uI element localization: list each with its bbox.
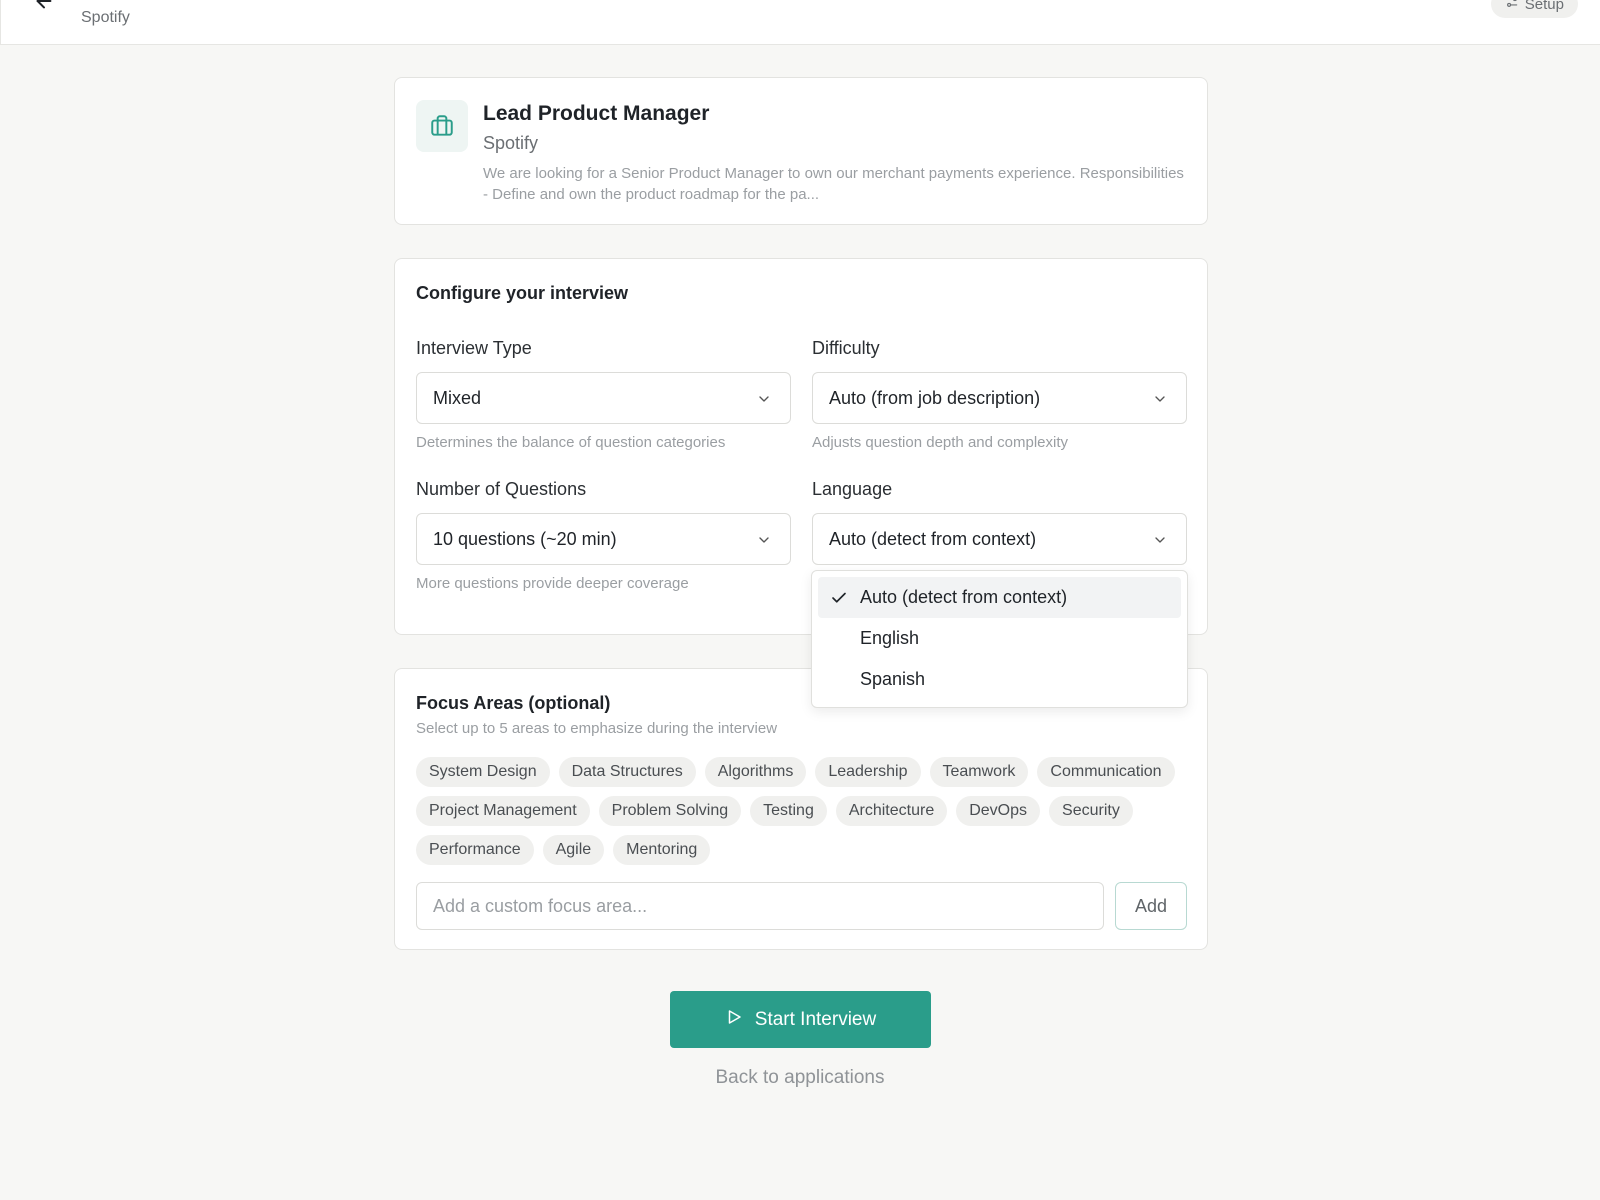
job-description: We are looking for a Senior Product Mana… — [483, 165, 1184, 203]
interview-type-label: Interview Type — [416, 338, 532, 358]
focus-chip[interactable]: Agile — [542, 835, 605, 865]
top-bar: Spotify Setup — [0, 0, 1600, 45]
num-questions-value: 10 questions (~20 min) — [433, 528, 617, 549]
language-dropdown-menu: Auto (detect from context) English Spani… — [811, 570, 1188, 708]
setup-label: Setup — [1524, 0, 1564, 13]
language-option[interactable]: Auto (detect from context) — [818, 577, 1181, 618]
custom-focus-input[interactable] — [416, 882, 1104, 930]
focus-areas-subtitle: Select up to 5 areas to emphasize during… — [416, 720, 778, 737]
difficulty-value: Auto (from job description) — [829, 387, 1041, 408]
chevron-down-icon — [1152, 532, 1168, 548]
focus-chip[interactable]: Security — [1049, 796, 1133, 826]
configure-title: Configure your interview — [416, 283, 629, 303]
focus-chip[interactable]: Teamwork — [929, 757, 1029, 787]
language-value: Auto (detect from context) — [829, 528, 1037, 549]
interview-type-select[interactable]: Mixed — [416, 372, 791, 424]
num-questions-label: Number of Questions — [416, 479, 587, 499]
check-icon — [830, 589, 848, 607]
focus-areas-card: Focus Areas (optional) Select up to 5 ar… — [394, 668, 1208, 950]
topbar-company: Spotify — [81, 9, 130, 26]
chevron-down-icon — [756, 532, 772, 548]
focus-chip[interactable]: Algorithms — [704, 757, 807, 787]
setup-button[interactable]: Setup — [1490, 0, 1578, 18]
language-select[interactable]: Auto (detect from context) — [812, 513, 1187, 565]
job-card: Lead Product Manager Spotify We are look… — [394, 77, 1208, 225]
focus-chip[interactable]: Performance — [416, 835, 534, 865]
focus-chip[interactable]: Leadership — [815, 757, 921, 787]
language-label: Language — [812, 479, 893, 499]
num-questions-hint: More questions provide deeper coverage — [416, 575, 689, 592]
language-option[interactable]: Spanish — [818, 659, 1181, 700]
settings-sliders-icon — [1505, 0, 1519, 13]
briefcase-icon — [416, 100, 468, 152]
difficulty-hint: Adjusts question depth and complexity — [812, 434, 1068, 451]
add-focus-button[interactable]: Add — [1115, 882, 1187, 930]
language-option-label: English — [860, 628, 920, 648]
focus-chip[interactable]: DevOps — [956, 796, 1041, 826]
focus-chip[interactable]: Mentoring — [613, 835, 711, 865]
difficulty-select[interactable]: Auto (from job description) — [812, 372, 1187, 424]
start-interview-button[interactable]: Start Interview — [670, 991, 931, 1048]
start-interview-label: Start Interview — [754, 1008, 877, 1030]
num-questions-select[interactable]: 10 questions (~20 min) — [416, 513, 791, 565]
difficulty-label: Difficulty — [812, 338, 880, 358]
job-company: Spotify — [483, 133, 539, 153]
back-to-applications-link[interactable]: Back to applications — [0, 1067, 1600, 1089]
focus-areas-title: Focus Areas (optional) — [416, 693, 611, 713]
focus-chip[interactable]: Project Management — [416, 796, 590, 826]
play-icon — [725, 1008, 743, 1032]
focus-chip[interactable]: System Design — [416, 757, 550, 787]
chevron-down-icon — [756, 391, 772, 407]
chevron-down-icon — [1152, 391, 1168, 407]
back-arrow-icon[interactable] — [33, 0, 55, 12]
focus-chip-list: System Design Data Structures Algorithms… — [416, 757, 1196, 865]
interview-type-hint: Determines the balance of question categ… — [416, 434, 726, 451]
language-option-label: Auto (detect from context) — [860, 587, 1068, 607]
language-option[interactable]: English — [818, 618, 1181, 659]
focus-chip[interactable]: Problem Solving — [598, 796, 742, 826]
language-option-label: Spanish — [860, 669, 926, 689]
focus-chip[interactable]: Testing — [750, 796, 827, 826]
focus-chip[interactable]: Architecture — [835, 796, 948, 826]
job-title: Lead Product Manager — [483, 102, 710, 125]
focus-chip[interactable]: Data Structures — [558, 757, 696, 787]
interview-type-value: Mixed — [433, 387, 482, 408]
focus-chip[interactable]: Communication — [1037, 757, 1175, 787]
